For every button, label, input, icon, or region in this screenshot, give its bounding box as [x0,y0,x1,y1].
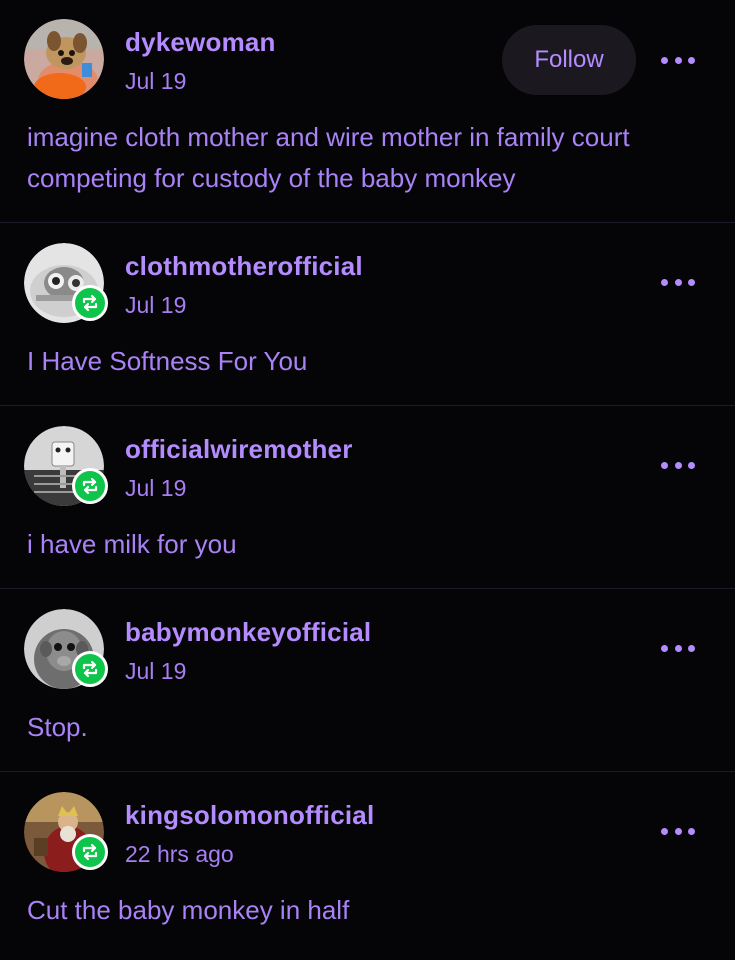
username[interactable]: clothmotherofficial [125,251,363,282]
username[interactable]: officialwiremother [125,434,353,465]
reblog-thread: dykewoman Jul 19 Follow imagine cloth mo… [0,0,735,960]
avatar[interactable] [24,792,108,872]
more-options-icon[interactable] [661,276,695,288]
reblog-icon [72,651,108,687]
post-clothmotherofficial: clothmotherofficial Jul 19 I Have Softne… [0,223,735,406]
username[interactable]: babymonkeyofficial [125,617,371,648]
post-text: I Have Softness For You [27,346,308,376]
reblog-icon [72,834,108,870]
avatar[interactable] [24,19,104,99]
post-date: 22 hrs ago [125,841,234,867]
follow-button[interactable]: Follow [502,25,636,95]
post-text: Cut the baby monkey in half [27,895,350,925]
post-kingsolomonofficial: kingsolomonofficial 22 hrs ago Cut the b… [0,772,735,960]
post-text: imagine cloth mother and wire mother in … [27,122,630,193]
post-date: Jul 19 [125,68,187,94]
more-options-icon[interactable] [661,642,695,654]
post-date: Jul 19 [125,292,187,318]
username[interactable]: dykewoman [125,27,276,58]
post-text: i have milk for you [27,529,237,559]
avatar[interactable] [24,243,108,323]
plush-dog-avatar-icon [24,19,104,99]
post-date: Jul 19 [125,475,187,501]
post-dykewoman: dykewoman Jul 19 Follow imagine cloth mo… [0,0,735,223]
post-officialwiremother: officialwiremother Jul 19 i have milk fo… [0,406,735,589]
post-babymonkeyofficial: babymonkeyofficial Jul 19 Stop. [0,589,735,772]
avatar[interactable] [24,609,108,689]
post-text: Stop. [27,712,88,742]
post-date: Jul 19 [125,658,187,684]
more-options-icon[interactable] [661,459,695,471]
reblog-icon [72,285,108,321]
username[interactable]: kingsolomonofficial [125,800,374,831]
more-options-icon[interactable] [661,54,695,66]
avatar[interactable] [24,426,108,506]
reblog-icon [72,468,108,504]
more-options-icon[interactable] [661,825,695,837]
